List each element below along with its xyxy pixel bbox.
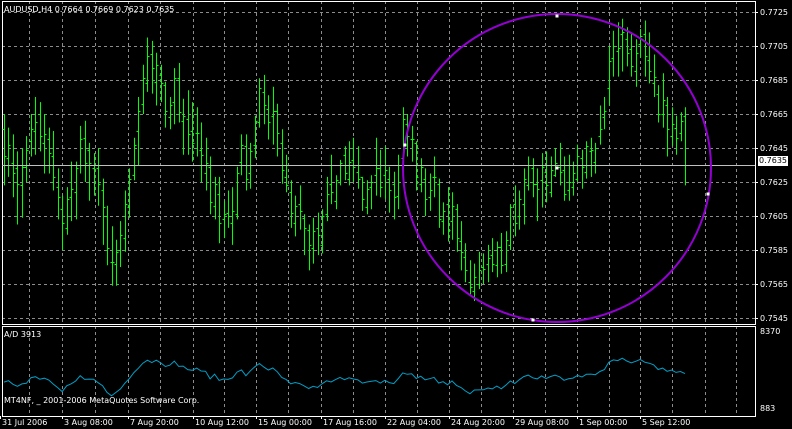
- symbol-timeframe: AUDUSD,H4: [4, 5, 53, 14]
- indicator-name: A/D 3913: [4, 330, 42, 339]
- x-tick-label: 24 Aug 20:00: [451, 418, 505, 427]
- y-tick-label: 0.7665: [760, 110, 788, 119]
- chart-background: [0, 0, 792, 427]
- x-tick-label: 1 Sep 00:00: [579, 418, 628, 427]
- x-tick-label: 10 Aug 12:00: [195, 418, 249, 427]
- indicator-axis-top: 8370: [760, 327, 781, 336]
- y-tick-label: 0.7605: [760, 212, 788, 221]
- y-tick-label: 0.7625: [760, 178, 788, 187]
- y-tick-label: 0.7645: [760, 144, 788, 153]
- x-tick-label: 3 Aug 08:00: [64, 418, 113, 427]
- x-tick-label: 31 Jul 2006: [2, 418, 48, 427]
- y-tick-label: 0.7705: [760, 42, 788, 51]
- indicator-axis-bottom: 883: [760, 404, 776, 413]
- x-tick-label: 15 Aug 00:00: [258, 418, 312, 427]
- copyright-watermark: MT4NF, _ 2001-2006 MetaQuotes Software C…: [4, 396, 200, 405]
- x-tick-label: 5 Sep 12:00: [642, 418, 691, 427]
- chart-canvas[interactable]: [0, 0, 792, 427]
- y-tick-label: 0.7565: [760, 280, 788, 289]
- x-tick-label: 17 Aug 16:00: [323, 418, 377, 427]
- x-tick-label: 22 Aug 04:00: [387, 418, 441, 427]
- y-tick-label: 0.7545: [760, 314, 788, 323]
- y-tick-label: 0.7725: [760, 8, 788, 17]
- y-tick-label: 0.7685: [760, 76, 788, 85]
- x-tick-label: 7 Aug 20:00: [130, 418, 179, 427]
- ellipse-handle[interactable]: [555, 14, 559, 18]
- chart-window[interactable]: AUDUSD,H4 0.7664 0.7669 0.7623 0.7635 0.…: [0, 0, 792, 427]
- ohlc-values: 0.7664 0.7669 0.7623 0.7635: [54, 5, 175, 14]
- current-price-tag: 0.7635: [758, 156, 788, 166]
- x-tick-label: 29 Aug 08:00: [515, 418, 569, 427]
- ellipse-handle[interactable]: [555, 166, 559, 170]
- chart-header: AUDUSD,H4 0.7664 0.7669 0.7623 0.7635: [4, 5, 174, 14]
- ellipse-handle[interactable]: [403, 143, 407, 147]
- ellipse-handle[interactable]: [706, 192, 710, 196]
- y-tick-label: 0.7585: [760, 246, 788, 255]
- ellipse-handle[interactable]: [531, 318, 535, 322]
